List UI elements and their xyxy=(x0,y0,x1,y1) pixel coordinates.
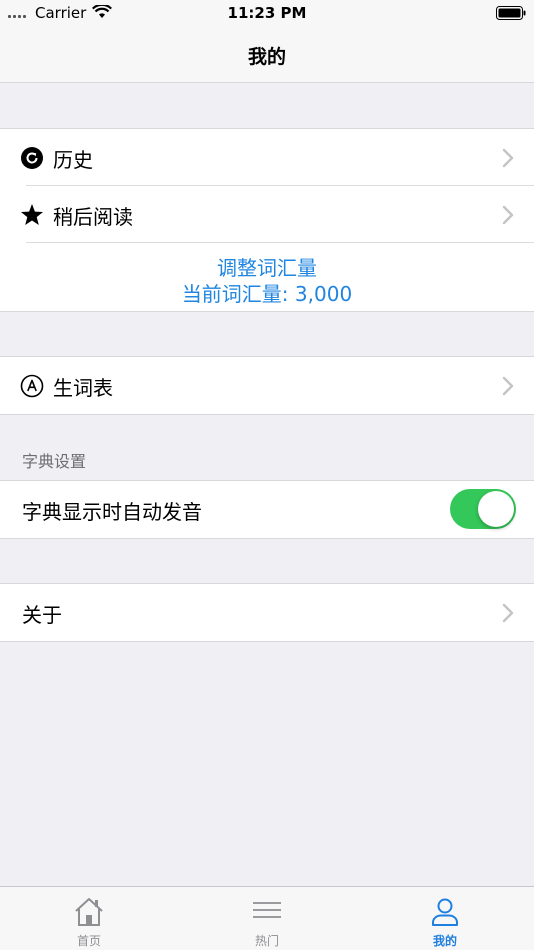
list-icon xyxy=(253,902,281,918)
wordlist-group: 生词表 xyxy=(0,356,534,415)
wordlist-label: 生词表 xyxy=(53,376,113,400)
about-row[interactable]: 关于 xyxy=(0,584,534,641)
auto-pronounce-toggle[interactable] xyxy=(450,489,516,529)
navigation-bar: 我的 xyxy=(0,26,534,83)
dictionary-settings-group: 字典显示时自动发音 xyxy=(0,480,534,539)
auto-pronounce-label: 字典显示时自动发音 xyxy=(22,500,202,524)
chevron-right-icon xyxy=(502,205,514,225)
history-row[interactable]: 历史 xyxy=(0,129,534,186)
home-icon xyxy=(75,898,103,926)
about-group: 关于 xyxy=(0,583,534,642)
chevron-right-icon xyxy=(502,376,514,396)
toggle-knob xyxy=(478,491,514,527)
tab-home-label: 首页 xyxy=(76,934,101,948)
chevron-right-icon xyxy=(502,603,514,623)
adjust-vocabulary-label: 调整词汇量 xyxy=(217,256,317,280)
status-bar: Carrier 11:23 PM xyxy=(0,0,534,26)
tab-mine[interactable]: 我的 xyxy=(356,887,534,950)
wordlist-row[interactable]: 生词表 xyxy=(0,357,534,414)
about-label: 关于 xyxy=(22,603,62,627)
tab-home[interactable]: 首页 xyxy=(0,887,178,950)
read-later-label: 稍后阅读 xyxy=(53,205,133,229)
page-title: 我的 xyxy=(247,46,286,68)
clock: 11:23 PM xyxy=(227,4,307,22)
person-icon xyxy=(432,898,458,926)
read-later-row[interactable]: 稍后阅读 xyxy=(0,186,534,243)
letter-a-circle-icon xyxy=(20,374,44,398)
history-label: 历史 xyxy=(53,148,93,172)
star-icon xyxy=(21,204,43,225)
adjust-vocabulary-button[interactable]: 调整词汇量 当前词汇量: 3,000 xyxy=(0,243,534,311)
history-icon xyxy=(21,147,43,169)
battery-icon xyxy=(496,6,526,20)
tab-popular[interactable]: 热门 xyxy=(178,887,356,950)
chevron-right-icon xyxy=(502,148,514,168)
tab-bar: 首页 热门 我的 xyxy=(0,886,534,950)
tab-mine-label: 我的 xyxy=(432,934,457,948)
auto-pronounce-row: 字典显示时自动发音 xyxy=(0,481,534,538)
screen: Carrier 11:23 PM 我的 历史 稍后阅读 调整词汇量 当前词汇量:… xyxy=(0,0,534,950)
tab-popular-label: 热门 xyxy=(254,934,279,948)
reading-group: 历史 稍后阅读 调整词汇量 当前词汇量: 3,000 xyxy=(0,128,534,312)
dictionary-settings-header: 字典设置 xyxy=(22,452,87,471)
current-vocabulary-label: 当前词汇量: 3,000 xyxy=(181,282,353,306)
